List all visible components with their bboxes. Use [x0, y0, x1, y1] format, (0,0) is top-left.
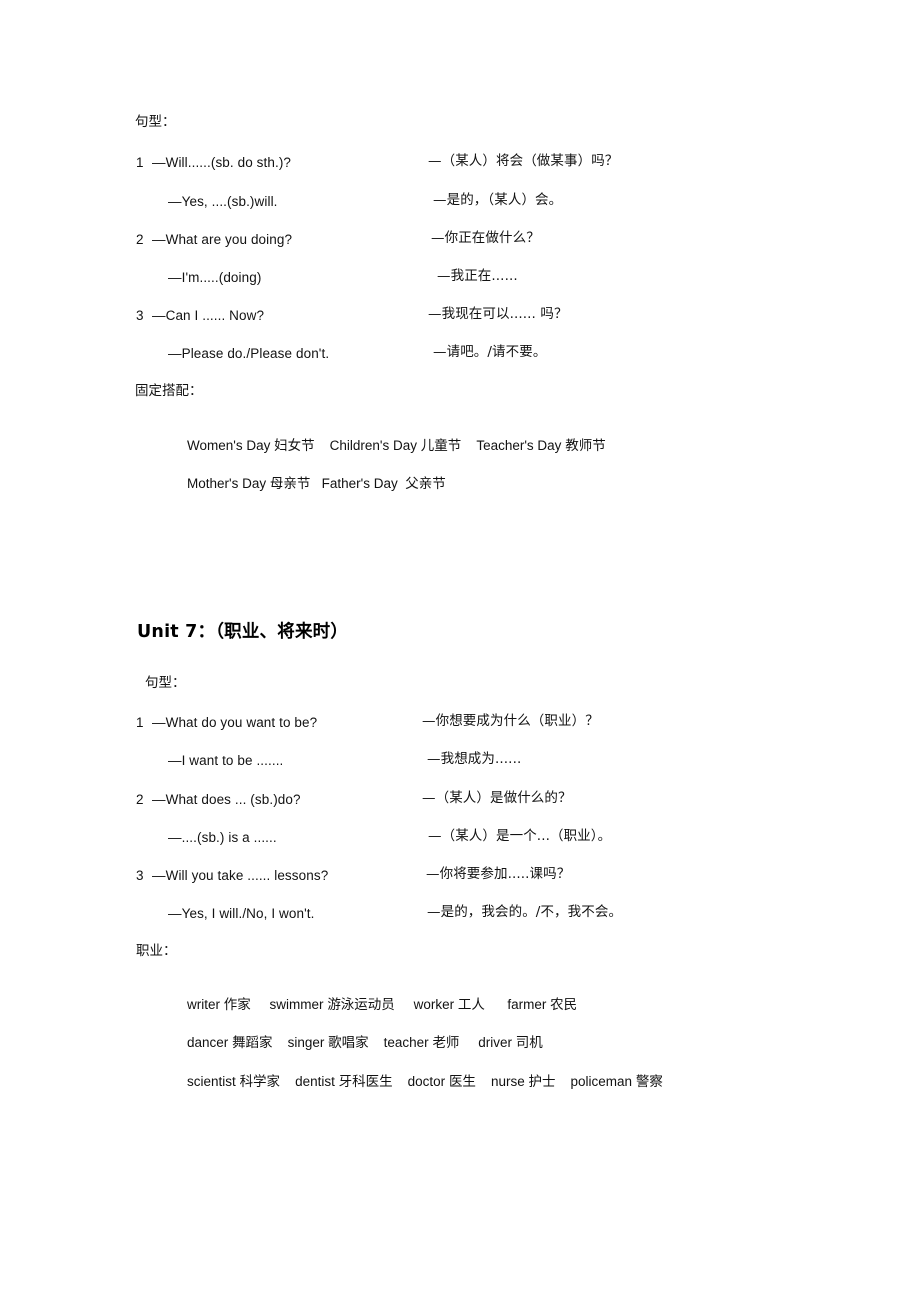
vocab-zh: 工人 [457, 996, 485, 1013]
collocation-row: Women's Day 妇女节 Children's Day 儿童节 Teach… [172, 425, 606, 467]
collocation-en: Father's Day [321, 475, 398, 491]
unit7-pattern-zh-1: —你想要成为什么（职业）？ [422, 713, 599, 729]
unit7-pattern-en-2: —I want to be ....... [168, 753, 284, 768]
vocab-en: singer [287, 1034, 325, 1050]
vocab-zh: 护士 [528, 1073, 556, 1090]
vocab-zh: 舞蹈家 [232, 1034, 273, 1051]
unit7-pattern-en-3: —What does ... (sb.)do? [152, 792, 301, 807]
vocab-zh: 牙科医生 [338, 1073, 393, 1090]
unit6-pattern-en-1: —Will......(sb. do sth.)? [152, 155, 292, 170]
unit6-pattern-en-4: —I'm.....(doing) [168, 270, 262, 285]
document-page: 句型： 1 —Will......(sb. do sth.)? —（某人）将会（… [0, 0, 920, 1302]
unit6-pattern-en-6: —Please do./Please don't. [168, 346, 330, 361]
unit6-pattern-number-1: 1 [136, 155, 144, 170]
vocab-en: farmer [507, 996, 547, 1012]
vocab-en: driver [478, 1034, 512, 1050]
unit7-pattern-en-5: —Will you take ...... lessons? [152, 868, 329, 883]
unit7-pattern-number-2: 2 [136, 792, 144, 807]
vocab-en: swimmer [269, 996, 324, 1012]
unit6-pattern-zh-3: —你正在做什么？ [431, 230, 540, 246]
unit7-pattern-zh-4: —（某人）是一个...（职业）。 [428, 828, 612, 844]
vocab-zh: 警察 [635, 1073, 663, 1090]
vocab-en: dentist [295, 1073, 335, 1089]
collocation-en: Mother's Day [187, 475, 267, 491]
collocation-zh: 妇女节 [274, 437, 315, 454]
vocab-row: scientist 科学家 dentist 牙科医生 doctor 医生 nur… [172, 1061, 663, 1103]
unit7-patterns-label: 句型： [145, 675, 186, 691]
unit7-heading: Unit 7：（职业、将来时） [137, 622, 349, 642]
unit7-pattern-en-6: —Yes, I will./No, I won't. [168, 906, 315, 921]
unit6-pattern-number-3: 3 [136, 308, 144, 323]
unit7-pattern-zh-2: —我想成为...... [427, 751, 522, 767]
vocab-zh: 老师 [432, 1034, 460, 1051]
vocab-zh: 游泳运动员 [327, 996, 395, 1013]
unit6-collocations-label: 固定搭配： [135, 383, 203, 399]
collocation-zh: 教师节 [565, 437, 606, 454]
unit6-pattern-zh-5: —我现在可以...... 吗？ [428, 306, 568, 322]
vocab-en: worker [413, 996, 455, 1012]
collocation-zh: 母亲节 [269, 475, 311, 492]
unit6-pattern-en-2: —Yes, ....(sb.)will. [168, 194, 278, 209]
unit7-pattern-number-3: 3 [136, 868, 144, 883]
unit6-pattern-zh-1: —（某人）将会（做某事）吗？ [428, 153, 619, 169]
vocab-zh: 歌唱家 [328, 1034, 369, 1051]
vocab-zh: 司机 [515, 1034, 543, 1051]
unit6-pattern-en-3: —What are you doing? [152, 232, 293, 247]
unit7-pattern-zh-3: —（某人）是做什么的？ [422, 790, 572, 806]
collocation-en: Children's Day [329, 437, 418, 453]
vocab-en: scientist [187, 1073, 236, 1089]
vocab-en: policeman [570, 1073, 633, 1089]
unit7-pattern-zh-5: —你将要参加.....课吗？ [426, 866, 571, 882]
collocation-en: Women's Day [187, 437, 271, 453]
unit7-pattern-zh-6: —是的，我会的。/不，我不会。 [427, 904, 623, 920]
vocab-row: writer 作家 swimmer 游泳运动员 worker 工人 farmer… [172, 984, 577, 1026]
unit6-pattern-en-5: —Can I ...... Now? [152, 308, 265, 323]
unit7-pattern-number-1: 1 [136, 715, 144, 730]
vocab-en: writer [187, 996, 221, 1012]
unit6-pattern-zh-4: —我正在...... [437, 268, 518, 284]
unit7-pattern-en-4: —....(sb.) is a ...... [168, 830, 277, 845]
unit6-patterns-label: 句型： [135, 114, 176, 130]
vocab-en: dancer [187, 1034, 229, 1050]
unit6-pattern-zh-6: —请吧。/请不要。 [433, 344, 547, 360]
collocation-zh: 父亲节 [405, 475, 446, 492]
unit7-vocab-label: 职业： [136, 943, 177, 959]
collocation-en: Teacher's Day [476, 437, 562, 453]
vocab-zh: 科学家 [239, 1073, 281, 1090]
vocab-zh: 医生 [448, 1073, 476, 1090]
collocation-zh: 儿童节 [420, 437, 462, 454]
unit6-pattern-zh-2: —是的，（某人）会。 [433, 192, 563, 208]
vocab-en: nurse [490, 1073, 525, 1089]
vocab-en: teacher [383, 1034, 429, 1050]
unit6-pattern-number-2: 2 [136, 232, 144, 247]
collocation-row: Mother's Day 母亲节 Father's Day 父亲节 [172, 463, 446, 505]
vocab-zh: 农民 [550, 996, 578, 1013]
vocab-zh: 作家 [223, 996, 251, 1013]
unit7-pattern-en-1: —What do you want to be? [152, 715, 318, 730]
vocab-en: doctor [407, 1073, 446, 1089]
vocab-row: dancer 舞蹈家 singer 歌唱家 teacher 老师 driver … [172, 1022, 543, 1064]
